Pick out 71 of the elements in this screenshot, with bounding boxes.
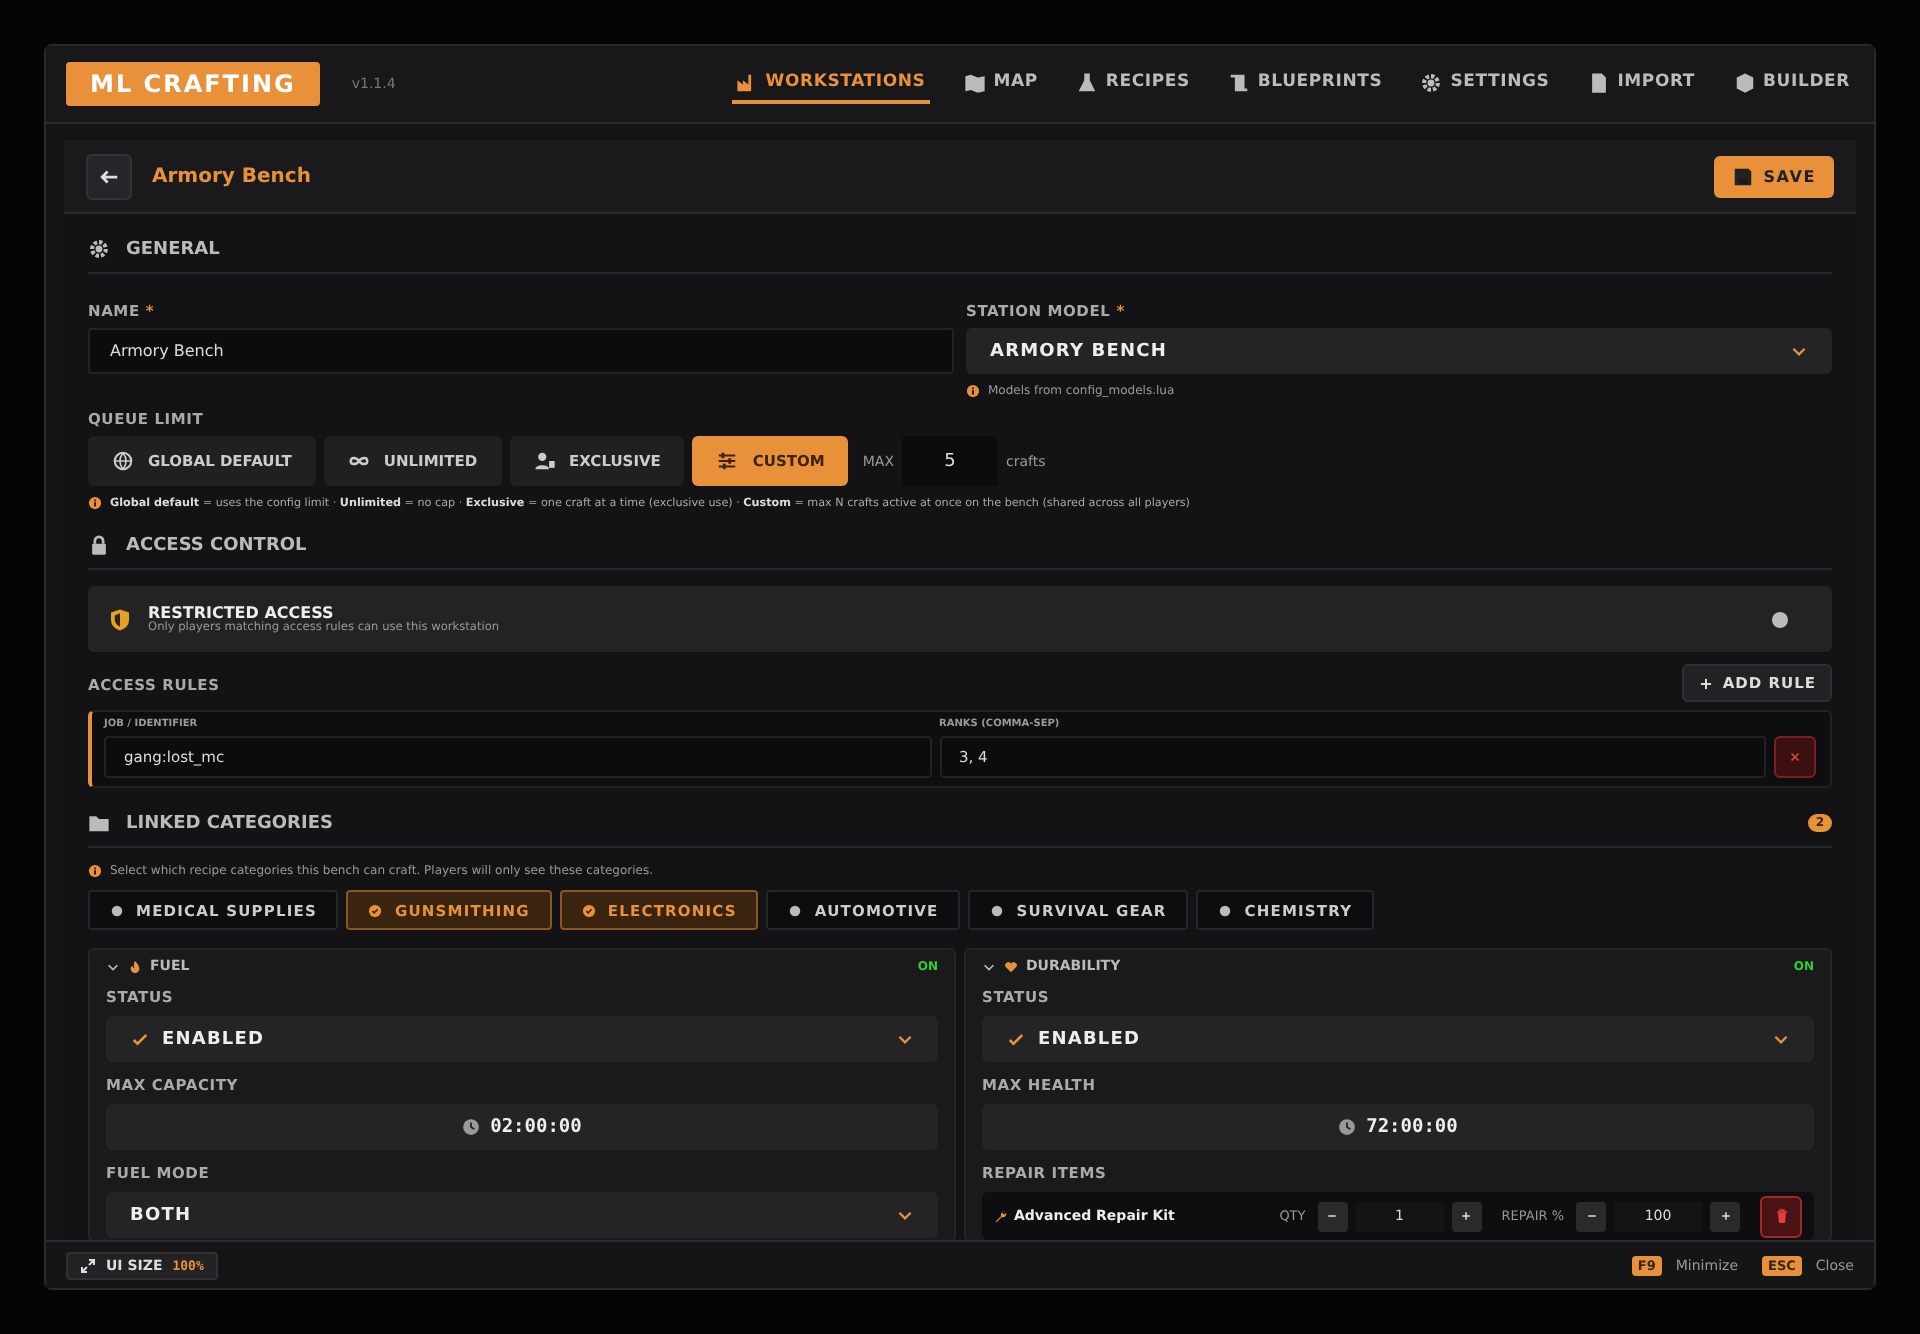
wrench-icon: [994, 1209, 1008, 1223]
clock-icon: [462, 1118, 481, 1136]
status-select[interactable]: BOTH: [106, 1192, 938, 1238]
plus-icon: [1698, 675, 1715, 691]
dot-icon: [1218, 903, 1233, 917]
time-field[interactable]: 02:00:00: [106, 1104, 938, 1150]
time-field[interactable]: 72:00:00: [982, 1104, 1814, 1150]
model-select[interactable]: ARMORY BENCH: [966, 328, 1832, 374]
map-icon: [963, 71, 986, 93]
plus-icon: [1719, 1210, 1731, 1222]
info-icon: [88, 864, 102, 878]
file-icon: [1587, 71, 1610, 93]
section-title: ACCESS CONTROL: [126, 535, 307, 555]
nav-tab[interactable]: WORKSTATIONS: [731, 65, 930, 103]
dot-icon: [110, 903, 124, 917]
nav-tab[interactable]: RECIPES: [1071, 65, 1194, 103]
nav-tab[interactable]: BUILDER: [1729, 65, 1854, 103]
section-title: LINKED CATEGORIES: [126, 813, 333, 833]
increment-button[interactable]: [1451, 1201, 1482, 1231]
info-icon: [966, 384, 980, 398]
heart-icon: [1004, 959, 1018, 973]
check-circle-icon: [581, 903, 596, 917]
clock-icon: [1338, 1118, 1357, 1136]
chevron-down-icon: [1790, 342, 1808, 360]
increment-button[interactable]: [1710, 1201, 1740, 1231]
check-icon: [130, 1029, 150, 1049]
section-title: GENERAL: [126, 239, 220, 259]
status-select[interactable]: ENABLED: [106, 1016, 938, 1062]
shield-icon: [108, 607, 132, 631]
check-icon: [1006, 1029, 1026, 1049]
dot-icon: [788, 903, 803, 917]
app-logo: ML CRAFTING: [66, 62, 320, 106]
resize-icon: [80, 1257, 96, 1273]
max-field[interactable]: 5: [902, 436, 998, 486]
status-select[interactable]: ENABLED: [982, 1016, 1814, 1062]
check-circle-icon: [368, 903, 383, 917]
chevron-down-icon: [896, 1206, 914, 1224]
name-field[interactable]: Armory Bench: [88, 328, 954, 374]
globe-icon: [112, 450, 134, 472]
flame-icon: [128, 959, 142, 973]
chevron-down-icon: [982, 959, 996, 973]
nav-tab[interactable]: IMPORT: [1583, 65, 1700, 103]
page-title: Armory Bench: [152, 165, 311, 187]
delete-button[interactable]: [1760, 1195, 1802, 1237]
dot-icon: [990, 903, 1005, 917]
flask-icon: [1075, 71, 1098, 93]
settings-icon: [88, 238, 110, 260]
nav-tab[interactable]: MAP: [959, 65, 1042, 103]
back-button[interactable]: [86, 153, 132, 199]
sliders-icon: [716, 450, 739, 472]
trash-icon: [1773, 1208, 1789, 1224]
chevron-down-icon: [106, 959, 120, 973]
lock-icon: [88, 534, 110, 556]
info-icon: [88, 496, 102, 510]
plus-icon: [1460, 1210, 1473, 1222]
minus-icon: [1326, 1210, 1339, 1222]
card-title: RESTRICTED ACCESS: [148, 604, 334, 622]
cube-icon: [1733, 71, 1756, 93]
minus-icon: [1585, 1210, 1597, 1222]
scroll-icon: [1227, 71, 1250, 93]
chevron-down-icon: [1772, 1030, 1790, 1048]
back-arrow-icon: [98, 165, 120, 187]
users-icon: [533, 450, 556, 472]
close-icon: [1788, 750, 1802, 764]
floppy-icon: [1731, 165, 1754, 187]
nav-tab[interactable]: BLUEPRINTS: [1223, 65, 1387, 103]
nav-tab[interactable]: SETTINGS: [1416, 65, 1554, 103]
settings-icon: [1420, 71, 1443, 93]
folder-icon: [88, 812, 110, 834]
chevron-down-icon: [896, 1030, 914, 1048]
save-button[interactable]: SAVE: [1713, 155, 1834, 197]
